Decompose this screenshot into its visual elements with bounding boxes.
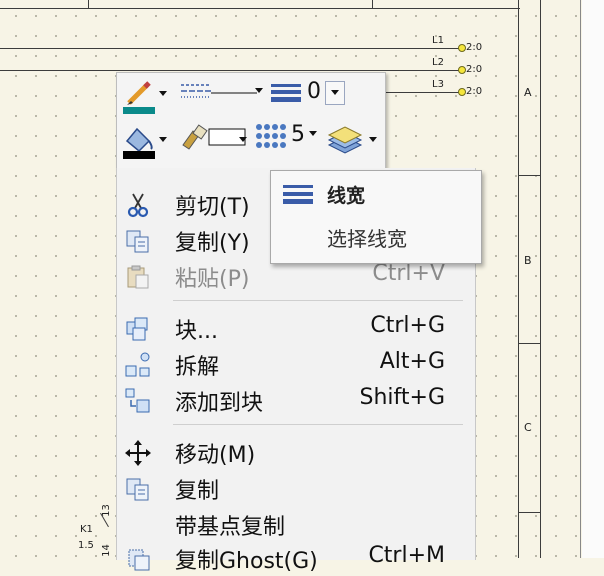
fill-color-dropdown-arrow[interactable]: [159, 137, 167, 142]
scrollbar-area[interactable]: [582, 0, 604, 558]
dots-pattern-icon: [256, 124, 286, 148]
line-weight-value: 0: [307, 79, 321, 104]
menu-item-paste-shortcut: Ctrl+V: [372, 261, 445, 286]
line-weight-icon: [271, 84, 301, 102]
explode-icon: [125, 352, 151, 377]
frame-right-line: [518, 0, 519, 558]
mini-toolbar: 0 5: [116, 72, 386, 170]
menu-item-copy-ghost[interactable]: 复制Ghost(G) Ctrl+M: [117, 540, 475, 574]
menu-item-explode-label: 拆解: [175, 355, 220, 380]
menu-item-duplicate[interactable]: 复制: [117, 470, 475, 504]
menu-item-block[interactable]: 块... Ctrl+G: [117, 310, 475, 344]
block-icon: [125, 316, 151, 341]
wire-label-l1: L1: [432, 35, 444, 46]
copy-icon: [125, 476, 151, 501]
menu-item-cut-label: 剪切(T): [175, 195, 250, 220]
ghost-copy-icon: [125, 546, 151, 571]
menu-item-add-to-block-shortcut: Shift+G: [359, 385, 446, 410]
line-weight-button[interactable]: 0: [269, 79, 329, 105]
frame-divider-1: [88, 0, 89, 8]
line-weight-dropdown[interactable]: [325, 81, 345, 105]
pencil-icon: [123, 81, 155, 114]
paint-bucket-icon: [123, 127, 155, 159]
paste-icon: [125, 264, 151, 289]
line-type-button[interactable]: [177, 81, 259, 105]
row-divider-c: [518, 512, 540, 513]
menu-separator: [173, 300, 463, 301]
fill-color-button[interactable]: [121, 121, 157, 161]
row-divider-ab: [518, 175, 540, 176]
frame-outer-right-line: [540, 0, 541, 558]
terminal-l2[interactable]: [458, 66, 466, 74]
terminal-l3[interactable]: [458, 88, 466, 96]
menu-item-explode-shortcut: Alt+G: [379, 349, 445, 374]
wire-l1[interactable]: [0, 48, 460, 49]
menu-item-move[interactable]: 移动(M): [117, 434, 475, 468]
menu-item-add-to-block[interactable]: 添加到块 Shift+G: [117, 382, 475, 416]
layers-icon: [327, 126, 363, 154]
fill-pattern-button[interactable]: 5: [253, 121, 323, 151]
frame-top-line: [0, 8, 520, 9]
menu-item-duplicate-label: 复制: [175, 479, 220, 504]
terminal-value-l2: 2:0: [466, 64, 483, 75]
menu-item-add-to-block-label: 添加到块: [175, 391, 264, 416]
wire-label-l2: L2: [432, 57, 444, 68]
move-icon: [125, 440, 151, 466]
add-to-block-icon: [125, 388, 151, 413]
component-value: 1.5: [78, 540, 94, 551]
pen-color-dropdown-arrow[interactable]: [159, 91, 167, 96]
line-weight-icon: [283, 185, 313, 204]
row-label-b: B: [524, 254, 532, 267]
row-label-c: C: [524, 421, 532, 434]
terminal-value-l1: 2:0: [466, 42, 483, 53]
brush-icon: [182, 124, 246, 150]
pin-label-b: 14: [100, 544, 112, 557]
menu-item-copy-label: 复制(Y): [175, 231, 250, 256]
pen-color-button[interactable]: [121, 77, 157, 115]
scissors-icon: [125, 192, 151, 218]
brush-style-dropdown-arrow[interactable]: [239, 137, 247, 142]
menu-item-copy-ghost-shortcut: Ctrl+M: [368, 543, 445, 568]
brush-style-button[interactable]: [179, 121, 249, 151]
layer-dropdown-arrow[interactable]: [369, 137, 377, 142]
menu-item-copy-with-base-point-label: 带基点复制: [175, 515, 286, 540]
wire-l2[interactable]: [0, 70, 460, 71]
component-label: K1: [80, 524, 93, 535]
tooltip-title: 线宽: [327, 185, 366, 207]
line-type-icon: [181, 84, 257, 98]
menu-item-explode[interactable]: 拆解 Alt+G: [117, 346, 475, 380]
menu-item-copy-with-base-point[interactable]: 带基点复制: [117, 506, 475, 540]
fill-pattern-value: 5: [291, 122, 305, 147]
menu-item-copy-ghost-label: 复制Ghost(G): [175, 549, 318, 574]
row-label-a: A: [524, 86, 532, 99]
layer-button[interactable]: [325, 123, 365, 157]
copy-icon: [125, 228, 151, 253]
fill-pattern-dropdown-arrow[interactable]: [309, 131, 317, 136]
menu-item-block-label: 块...: [175, 319, 218, 344]
row-divider-bc: [518, 343, 540, 344]
menu-item-paste-label: 粘贴(P): [175, 267, 250, 292]
wire-label-l3: L3: [432, 79, 444, 90]
line-weight-tooltip: 线宽 选择线宽: [270, 170, 482, 264]
menu-separator: [173, 424, 463, 425]
menu-item-block-shortcut: Ctrl+G: [370, 313, 445, 338]
line-weight-dropdown-arrow: [331, 90, 339, 95]
sheet-edge-line: [580, 0, 581, 558]
tooltip-description: 选择线宽: [327, 227, 407, 251]
frame-divider-2: [372, 0, 373, 8]
terminal-value-l3: 2:0: [466, 86, 483, 97]
menu-item-move-label: 移动(M): [175, 443, 256, 468]
line-type-dropdown-arrow[interactable]: [255, 88, 263, 93]
wire-l3[interactable]: [384, 92, 460, 93]
terminal-l1[interactable]: [458, 44, 466, 52]
